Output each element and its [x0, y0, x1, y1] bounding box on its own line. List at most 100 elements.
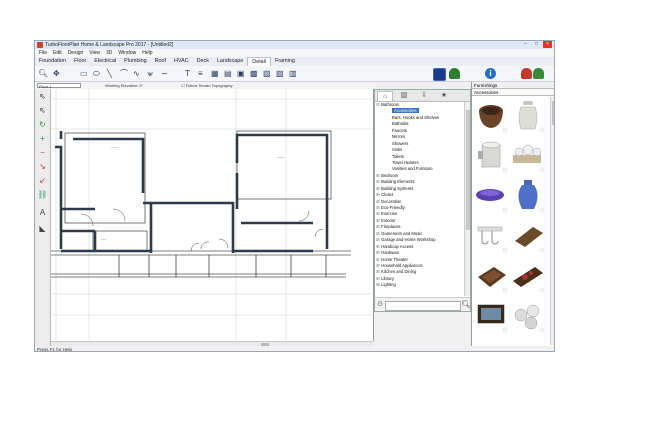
tab-framing[interactable]: Framing [271, 57, 299, 66]
menu-design[interactable]: Design [68, 49, 84, 57]
plant-icon[interactable] [521, 68, 532, 79]
maximize-button[interactable]: □ [532, 41, 541, 48]
menu-file[interactable]: File [39, 49, 47, 57]
favorite-star-icon[interactable]: ☆ [539, 327, 545, 334]
expand-icon[interactable]: ⊞ [376, 282, 380, 288]
grid-icon[interactable]: ▦ [211, 69, 219, 78]
hatch-icon[interactable]: ▧ [263, 69, 271, 78]
tab-foundation[interactable]: Foundation [35, 57, 70, 66]
library-item-towel-rolls[interactable]: ☆ [511, 297, 548, 337]
tab-detail[interactable]: Detail [247, 57, 272, 66]
favorite-star-icon[interactable]: ☆ [502, 247, 508, 254]
arc-icon[interactable]: ⌒ [120, 69, 128, 78]
library-item-cylinder-container[interactable]: ☆ [474, 137, 511, 177]
library-item-ceramic-vase[interactable]: ☆ [511, 97, 548, 137]
library-scroll-thumb[interactable] [552, 101, 554, 125]
dimension-icon[interactable]: ▤ [224, 69, 232, 78]
tree-item[interactable]: ⊞ Lighting [376, 282, 464, 288]
favorite-star-icon[interactable]: ☆ [539, 247, 545, 254]
library-item-brown-dish[interactable]: ☆ [474, 257, 511, 297]
line-icon[interactable]: ╲ [107, 69, 112, 78]
plan-view-icon[interactable] [433, 68, 446, 81]
library-item-wooden-tray[interactable]: ☆ [511, 217, 548, 257]
zoom-icon[interactable]: 🔍︎ [38, 69, 48, 78]
info-icon[interactable]: i [485, 68, 496, 79]
favorites-icon[interactable]: ★ [437, 91, 451, 100]
favorite-star-icon[interactable]: ☆ [539, 167, 545, 174]
menu-window[interactable]: Window [118, 49, 136, 57]
minimize-button[interactable]: – [521, 41, 530, 48]
rotate-icon[interactable]: ↻ [37, 119, 48, 130]
tab-hvac[interactable]: HVAC [170, 57, 193, 66]
spline-icon[interactable]: ∿ [133, 69, 140, 78]
catalog-scroll-thumb[interactable] [466, 110, 470, 230]
catalog-search-input[interactable] [385, 301, 461, 311]
tab-deck[interactable]: Deck [193, 57, 213, 66]
library-item-wall-hooks[interactable]: ☆ [474, 217, 511, 257]
favorite-star-icon[interactable]: ☆ [502, 207, 508, 214]
working-elevation-value[interactable]: 0" [139, 83, 143, 88]
menu-help[interactable]: Help [142, 49, 152, 57]
text-tool-icon[interactable]: A [37, 207, 48, 218]
gear-icon[interactable]: ⚙ [377, 301, 383, 309]
landscape-view-icon[interactable] [449, 68, 460, 79]
table-icon[interactable]: ▥ [289, 69, 297, 78]
import-icon[interactable]: ⇩ [417, 91, 431, 100]
text-icon[interactable]: T [185, 69, 190, 78]
library-item-tea-set[interactable]: ☆ [511, 137, 548, 177]
remove-point-icon[interactable]: − [37, 147, 48, 158]
group-icon[interactable]: ▣ [237, 69, 245, 78]
wave-icon[interactable]: ∽ [161, 69, 168, 78]
tab-plumbing[interactable]: Plumbing [120, 57, 150, 66]
menu-view[interactable]: View [89, 49, 100, 57]
rectangle-icon[interactable]: ▭ [80, 69, 88, 78]
library-item-wooden-bowl[interactable]: ☆ [474, 97, 511, 137]
ellipse-icon[interactable]: ⬭ [93, 69, 100, 78]
favorite-star-icon[interactable]: ☆ [539, 207, 545, 214]
tab-roof[interactable]: Roof [151, 57, 170, 66]
tab-floor[interactable]: Floor [70, 57, 90, 66]
menu-3d[interactable]: 3D [106, 49, 112, 57]
favorite-star-icon[interactable]: ☆ [539, 127, 545, 134]
follow-terrain-checkbox[interactable]: ☐ Follow Terrain Topography [181, 82, 232, 89]
select-arrow-icon[interactable]: ⇖ [37, 91, 48, 102]
menu-edit[interactable]: Edit [53, 49, 62, 57]
library-scrollbar[interactable] [550, 97, 554, 345]
search-icon[interactable]: 🔍︎ [461, 300, 470, 309]
library-dropdown[interactable]: Furnishings [472, 82, 554, 89]
close-button[interactable]: × [543, 41, 552, 48]
library-item-glass-tray[interactable]: ☆ [474, 297, 511, 337]
materials-icon[interactable]: ▧ [397, 91, 411, 100]
favorite-star-icon[interactable]: ☆ [502, 167, 508, 174]
layer-icon[interactable]: ▩ [250, 69, 258, 78]
break-line-icon[interactable]: ↘ [37, 161, 48, 172]
pan-icon[interactable]: ✥ [53, 69, 60, 78]
floor-select[interactable]: Floor 1 [37, 83, 81, 89]
chain-icon[interactable]: ⛓ [37, 189, 48, 200]
svg-text:────: ──── [276, 156, 284, 160]
pattern-icon[interactable]: ▨ [276, 69, 284, 78]
furniture-icon[interactable]: ⌂ [377, 91, 393, 101]
trim-icon[interactable]: ↙ [37, 175, 48, 186]
align-icon[interactable]: ≡ [198, 69, 203, 78]
tab-landscape[interactable]: Landscape [213, 57, 247, 66]
favorite-star-icon[interactable]: ☆ [502, 327, 508, 334]
fill-bucket-icon[interactable]: ◣ [37, 223, 48, 234]
library-item-purple-glass-dish[interactable]: ☆ [474, 177, 511, 217]
tree-item-label: Home Theater [381, 256, 408, 262]
library-item-blue-vase[interactable]: ☆ [511, 177, 548, 217]
tree-item-label: Exercise [381, 211, 398, 217]
select-multiple-icon[interactable]: ⇖ [37, 105, 48, 116]
add-point-icon[interactable]: + [37, 133, 48, 144]
curve-icon[interactable]: ⩖ [147, 69, 153, 78]
favorite-star-icon[interactable]: ☆ [502, 127, 508, 134]
favorite-star-icon[interactable]: ☆ [539, 287, 545, 294]
status-text: Press F1 for Help [37, 347, 73, 352]
tree-icon[interactable] [533, 68, 544, 79]
tab-electrical[interactable]: Electrical [90, 57, 120, 66]
library-dropdown-value: Furnishings [474, 83, 498, 88]
catalog-scrollbar[interactable] [464, 102, 470, 296]
library-item-decorative-tray[interactable]: ☆ [511, 257, 548, 297]
favorite-star-icon[interactable]: ☆ [502, 287, 508, 294]
drawing-canvas[interactable]: ──── ──── ─── [51, 89, 374, 341]
